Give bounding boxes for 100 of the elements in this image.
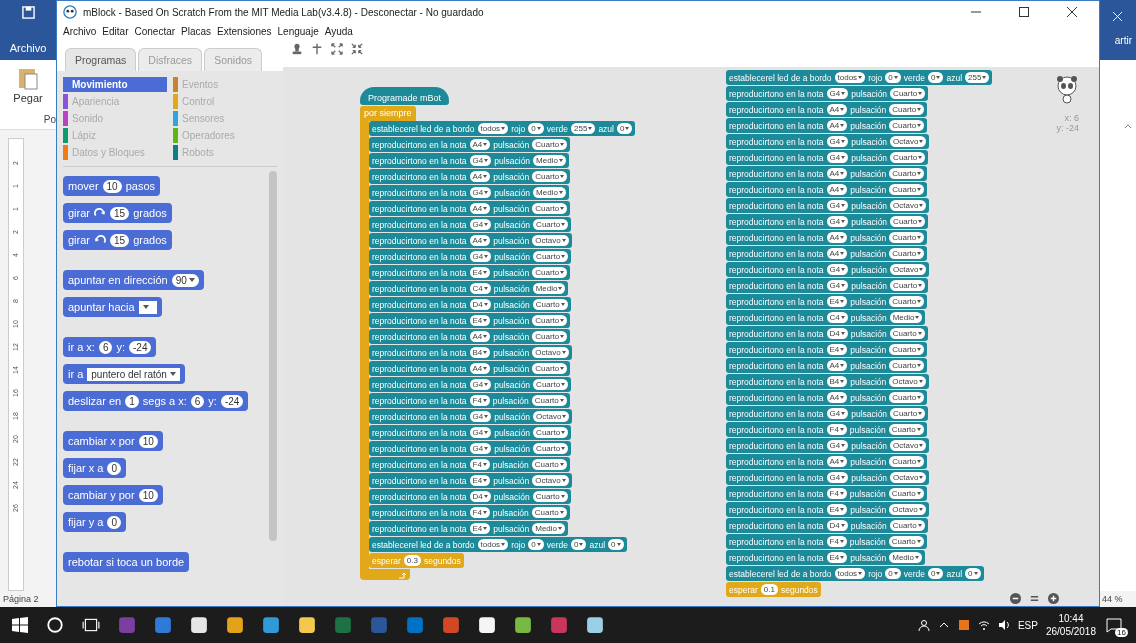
code-block[interactable]: reproducirtono en la nota G4 pulsación Octavo <box>726 470 930 485</box>
dropdown-input[interactable]: Cuarto <box>531 459 567 470</box>
save-icon[interactable] <box>21 6 35 19</box>
code-block[interactable]: reproducirtono en la nota C4 pulsación Medio <box>369 281 569 296</box>
code-block[interactable]: reproducirtono en la nota A4 pulsación Cuarto <box>726 246 928 261</box>
dropdown-input[interactable]: G4 <box>469 219 492 230</box>
code-block[interactable]: reproducirtono en la nota G4 pulsación Octavo <box>726 438 930 453</box>
code-block[interactable]: reproducirtono en la nota E4 pulsación Cuarto <box>369 313 571 328</box>
category-item[interactable]: Movimiento <box>63 77 167 92</box>
dropdown-input[interactable]: Medio <box>532 283 566 294</box>
code-block[interactable]: reproducirtono en la nota A4 pulsación Cuarto <box>726 390 928 405</box>
code-block[interactable]: esperar 0.1 segundos <box>726 582 821 597</box>
dropdown-input[interactable]: A4 <box>469 139 491 150</box>
dropdown-input[interactable]: Cuarto <box>890 152 926 163</box>
dropdown-input[interactable]: Cuarto <box>890 88 926 99</box>
scrollbar-thumb[interactable] <box>269 171 277 541</box>
dropdown-input[interactable]: Cuarto <box>889 232 925 243</box>
dropdown-input[interactable]: Cuarto <box>532 363 568 374</box>
dropdown-input[interactable]: G4 <box>826 264 849 275</box>
tray-app-icon[interactable] <box>957 619 970 631</box>
code-block[interactable]: reproducirtono en la nota F4 pulsación Cuarto <box>369 457 570 472</box>
zoom-out-icon[interactable] <box>1010 593 1021 604</box>
dropdown-input[interactable]: E4 <box>826 504 848 515</box>
menu-item[interactable]: Lenguaje <box>277 25 319 37</box>
dropdown-input[interactable]: Cuarto <box>888 536 924 547</box>
dropdown-input[interactable]: A4 <box>826 184 848 195</box>
dropdown-input[interactable]: Octavo <box>890 200 927 211</box>
dropdown-input[interactable]: Cuarto <box>889 520 925 531</box>
dropdown-input[interactable]: D4 <box>826 328 848 339</box>
code-block[interactable]: reproducirtono en la nota E4 pulsación Octavo <box>369 473 572 488</box>
dropdown-input[interactable]: 0 <box>885 568 901 579</box>
code-block[interactable]: reproducirtono en la nota A4 pulsación Cuarto <box>369 329 571 344</box>
dropdown-input[interactable]: G4 <box>469 427 492 438</box>
dropdown-input[interactable]: A4 <box>469 235 491 246</box>
code-block[interactable]: fijar x a 0 <box>63 458 127 478</box>
number-input[interactable]: 10 <box>138 488 158 502</box>
dropdown-input[interactable]: Cuarto <box>889 184 925 195</box>
dropdown-input[interactable]: Octavo <box>532 347 569 358</box>
code-block[interactable]: reproducirtono en la nota G4 pulsación Cuarto <box>726 86 929 101</box>
code-block[interactable]: cambiar y por 10 <box>63 485 163 505</box>
number-input[interactable]: 0.3 <box>403 555 421 566</box>
dropdown-input[interactable]: E4 <box>469 315 491 326</box>
code-block[interactable]: reproducirtono en la nota E4 pulsación Medio <box>726 550 926 565</box>
dropdown-input[interactable]: Cuarto <box>889 328 925 339</box>
code-block[interactable]: reproducirtono en la nota G4 pulsación Octavo <box>726 198 930 213</box>
speaker-icon[interactable] <box>997 619 1010 631</box>
number-input[interactable]: -24 <box>129 340 152 354</box>
dropdown-input[interactable]: Octavo <box>532 475 569 486</box>
dropdown-input[interactable]: Medio <box>532 523 566 534</box>
code-block[interactable]: apuntar en dirección 90 <box>63 270 204 290</box>
dropdown-input[interactable]: D4 <box>469 299 491 310</box>
code-block[interactable]: reproducirtono en la nota E4 pulsación Cuarto <box>369 265 571 280</box>
dropdown-input[interactable]: Octavo <box>533 411 570 422</box>
code-block[interactable]: reproducirtono en la nota G4 pulsación Cuarto <box>369 249 572 264</box>
code-block[interactable]: cambiar x por 10 <box>63 431 163 451</box>
dropdown-input[interactable]: Cuarto <box>889 104 925 115</box>
dropdown-input[interactable]: A4 <box>826 248 848 259</box>
dropdown-input[interactable]: 0 <box>617 123 633 134</box>
dropdown-input[interactable]: Octavo <box>890 440 927 451</box>
number-input[interactable]: 10 <box>138 434 158 448</box>
dropdown-input[interactable]: Cuarto <box>889 168 925 179</box>
code-block[interactable]: reproducirtono en la nota D4 pulsación Cuarto <box>726 518 928 533</box>
dropdown-input[interactable]: Cuarto <box>532 491 568 502</box>
dropdown-input[interactable]: F4 <box>826 424 847 435</box>
dropdown-input[interactable]: Octavo <box>890 136 927 147</box>
dropdown-input[interactable]: E4 <box>826 552 848 563</box>
dropdown-input[interactable]: Octavo <box>889 504 926 515</box>
dropdown-input[interactable]: Medio <box>889 552 923 563</box>
code-block[interactable]: apuntar hacia <box>63 297 162 317</box>
menu-item[interactable]: Archivo <box>63 25 97 37</box>
grow-icon[interactable] <box>331 43 343 55</box>
code-block[interactable]: reproducirtono en la nota A4 pulsación Cuarto <box>726 358 928 373</box>
code-block[interactable]: reproducirtono en la nota G4 pulsación Octavo <box>369 409 573 424</box>
dropdown-input[interactable]: Cuarto <box>531 507 567 518</box>
code-block[interactable]: reproducirtono en la nota A4 pulsación Cuarto <box>369 201 571 216</box>
dropdown-input[interactable]: A4 <box>826 168 848 179</box>
dropdown-input[interactable]: G4 <box>469 187 492 198</box>
hat-block[interactable]: Programade mBot <box>360 87 450 105</box>
dropdown-input[interactable]: G4 <box>826 280 849 291</box>
code-block[interactable]: reproducirtono en la nota B4 pulsación Octavo <box>369 345 572 360</box>
code-block[interactable]: reproducirtono en la nota C4 pulsación Medio <box>726 310 926 325</box>
zoom-in-icon[interactable] <box>1048 593 1059 604</box>
dropdown-input[interactable]: Cuarto <box>889 344 925 355</box>
dropdown-input[interactable]: Cuarto <box>890 280 926 291</box>
dropdown-input[interactable]: E4 <box>469 523 491 534</box>
dropdown-input[interactable]: A4 <box>469 331 491 342</box>
code-block[interactable]: reproducirtono en la nota A4 pulsación Cuarto <box>726 230 928 245</box>
person-icon[interactable] <box>917 619 930 631</box>
code-block[interactable]: reproducirtono en la nota E4 pulsación Cuarto <box>726 294 928 309</box>
dropdown-input[interactable]: Cuarto <box>533 443 569 454</box>
dropdown-input[interactable]: 0 <box>928 72 944 83</box>
close-icon[interactable] <box>1067 7 1077 17</box>
dropdown-input[interactable]: E4 <box>826 296 848 307</box>
dropdown-input[interactable]: Cuarto <box>889 248 925 259</box>
code-block[interactable]: ir a x: 6 y: -24 <box>63 337 157 357</box>
dropdown-input[interactable]: Cuarto <box>888 488 924 499</box>
code-block[interactable]: reproducirtono en la nota A4 pulsación Cuarto <box>369 169 571 184</box>
ribbon-tab[interactable]: artir <box>1114 35 1132 46</box>
tab[interactable]: Programas <box>65 48 137 71</box>
number-input[interactable]: 10 <box>102 179 122 193</box>
